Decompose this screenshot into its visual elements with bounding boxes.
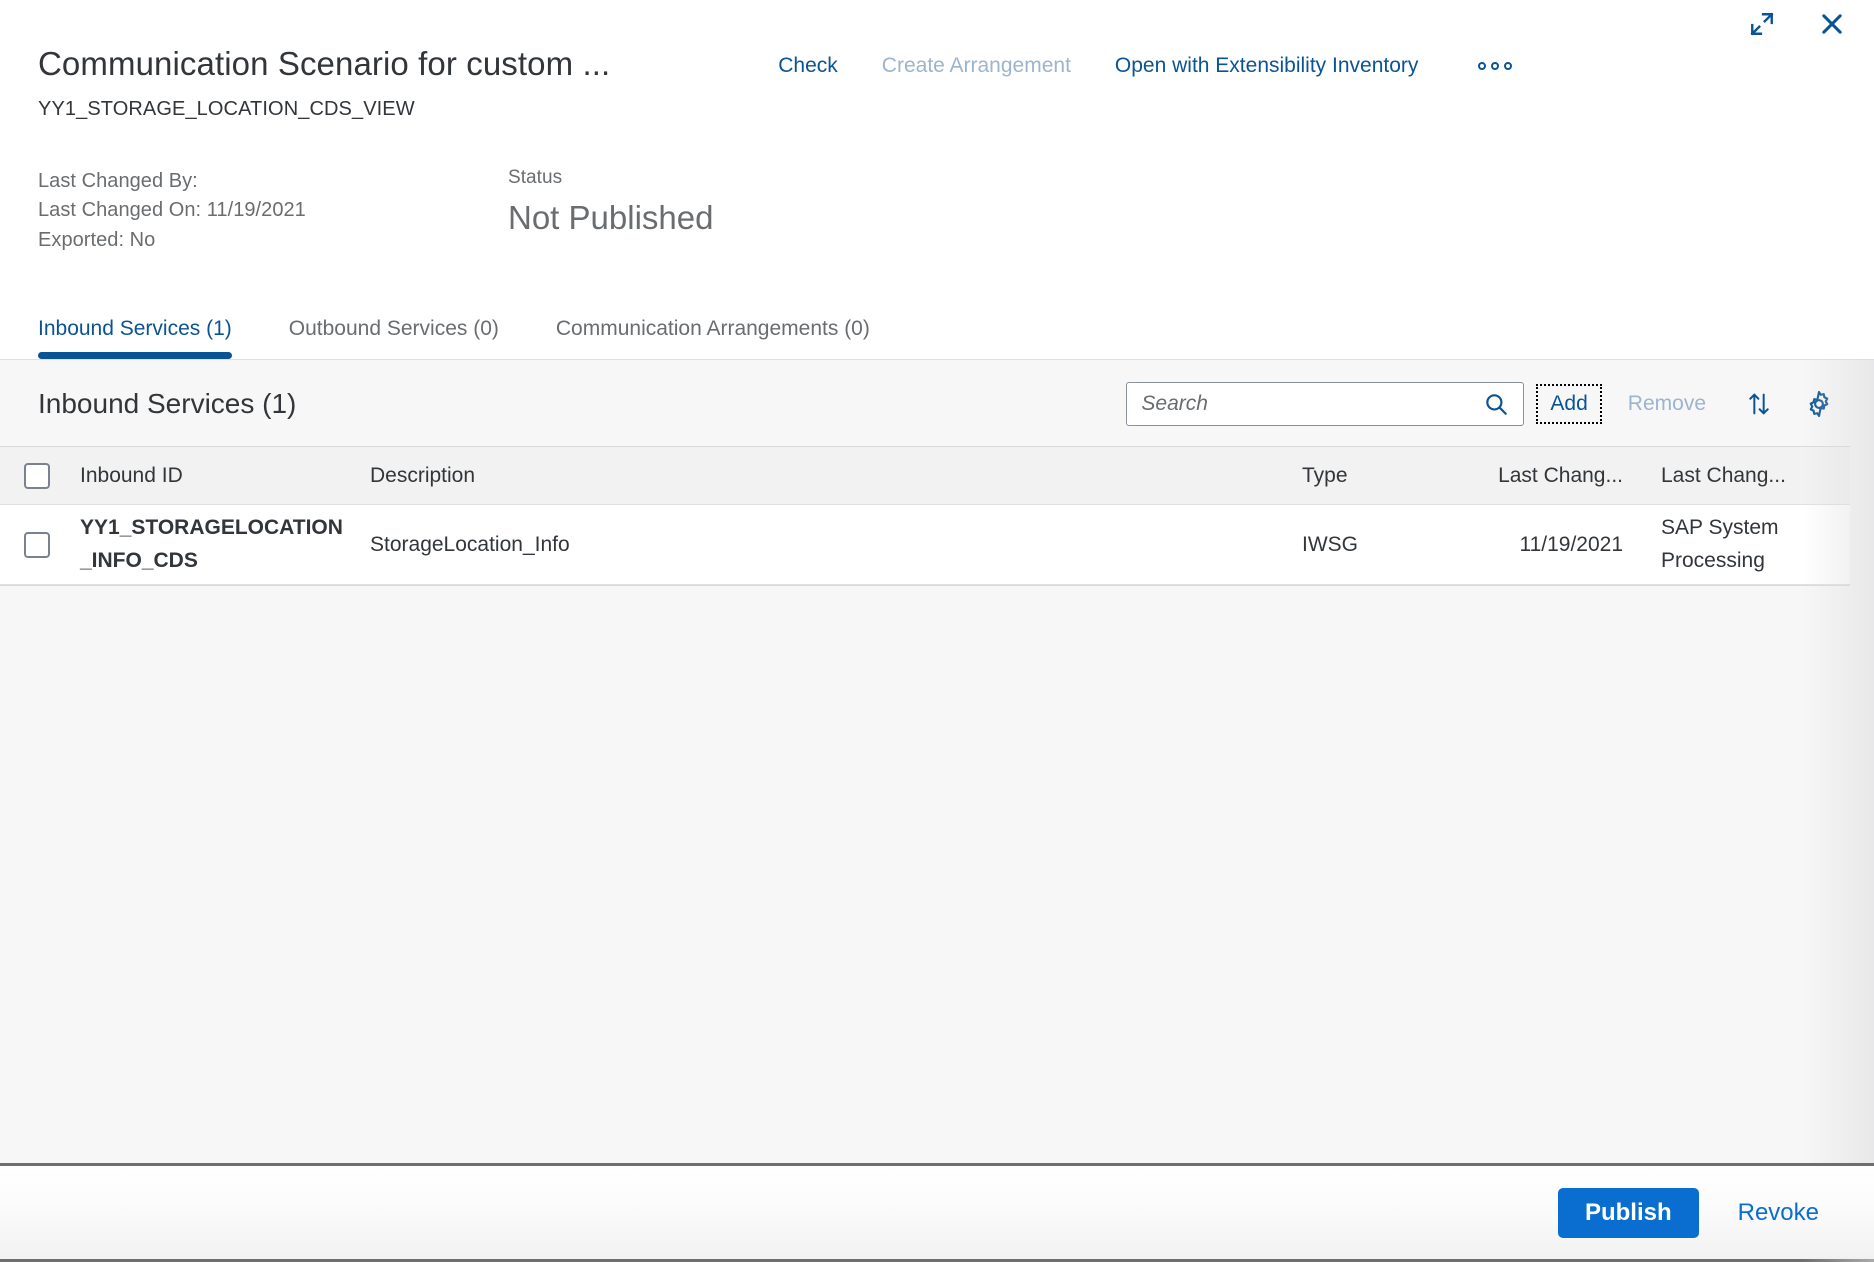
status-badge: Not Published bbox=[508, 198, 714, 236]
create-arrangement-button[interactable]: Create Arrangement bbox=[860, 50, 1093, 82]
table-title: Inbound Services (1) bbox=[38, 388, 297, 420]
select-all-checkbox[interactable] bbox=[24, 462, 50, 489]
last-changed-by: Last Changed By: bbox=[38, 169, 198, 192]
window-controls bbox=[1744, 6, 1850, 42]
publish-button[interactable]: Publish bbox=[1557, 1187, 1699, 1238]
tab-communication-arrangements[interactable]: Communication Arrangements (0) bbox=[556, 309, 870, 359]
communication-scenario-dialog: Communication Scenario for custom ... YY… bbox=[0, 0, 1874, 1262]
overflow-menu-icon[interactable] bbox=[1466, 52, 1524, 80]
overflow-dot bbox=[1491, 62, 1500, 70]
sort-icon[interactable] bbox=[1738, 383, 1780, 425]
cell-last-changed-on: 11/19/2021 bbox=[1519, 532, 1623, 556]
maximize-icon[interactable] bbox=[1744, 6, 1780, 42]
cell-last-changed-by: SAP System Processing bbox=[1661, 516, 1779, 572]
column-header-description[interactable]: Description bbox=[358, 464, 1290, 488]
column-header-type[interactable]: Type bbox=[1290, 464, 1460, 488]
last-changed-on: Last Changed On: 11/19/2021 bbox=[38, 199, 306, 222]
tab-outbound-services[interactable]: Outbound Services (0) bbox=[289, 309, 499, 359]
overflow-dot bbox=[1504, 62, 1513, 70]
revoke-button[interactable]: Revoke bbox=[1717, 1188, 1840, 1238]
dialog-header: Communication Scenario for custom ... YY… bbox=[0, 0, 1874, 360]
search-field[interactable] bbox=[1126, 382, 1525, 427]
cell-type: IWSG bbox=[1302, 532, 1358, 556]
overflow-dot bbox=[1478, 62, 1487, 70]
tab-inbound-services[interactable]: Inbound Services (1) bbox=[38, 309, 232, 360]
table-header-row: Inbound ID Description Type Last Chang..… bbox=[0, 447, 1850, 506]
metadata-status: Status Not Published bbox=[508, 167, 713, 256]
metadata-section: Last Changed By: Last Changed On: 11/19/… bbox=[0, 121, 1874, 256]
check-button[interactable]: Check bbox=[756, 50, 860, 82]
inbound-services-table: Inbound ID Description Type Last Chang..… bbox=[0, 446, 1850, 587]
tab-content-inbound-services: Inbound Services (1) Add Remove bbox=[0, 359, 1874, 1163]
select-all-cell bbox=[0, 462, 68, 489]
cell-inbound-id: YY1_STORAGELOCATION_INFO_CDS bbox=[80, 516, 343, 572]
remove-button[interactable]: Remove bbox=[1614, 386, 1720, 422]
dialog-footer: Publish Revoke bbox=[0, 1163, 1874, 1259]
page-title: Communication Scenario for custom ... bbox=[38, 45, 611, 82]
column-header-last-changed-on[interactable]: Last Chang... bbox=[1460, 464, 1635, 488]
column-header-inbound-id[interactable]: Inbound ID bbox=[68, 464, 358, 488]
exported: Exported: No bbox=[38, 228, 156, 251]
open-with-extensibility-inventory-button[interactable]: Open with Extensibility Inventory bbox=[1093, 50, 1440, 82]
add-button[interactable]: Add bbox=[1536, 384, 1602, 425]
row-checkbox[interactable] bbox=[24, 531, 50, 558]
cell-description: StorageLocation_Info bbox=[370, 532, 570, 556]
page-subtitle: YY1_STORAGE_LOCATION_CDS_VIEW bbox=[38, 97, 415, 120]
table-toolbar: Inbound Services (1) Add Remove bbox=[0, 360, 1874, 446]
close-icon[interactable] bbox=[1814, 6, 1850, 42]
search-input[interactable] bbox=[1141, 392, 1484, 417]
status-label: Status bbox=[508, 166, 563, 188]
search-icon[interactable] bbox=[1483, 391, 1509, 417]
row-select-cell bbox=[0, 531, 68, 558]
table-row[interactable]: YY1_STORAGELOCATION_INFO_CDS StorageLoca… bbox=[0, 505, 1850, 586]
table-empty-space bbox=[0, 586, 1874, 1163]
tab-bar: Inbound Services (1) Outbound Services (… bbox=[0, 309, 1874, 360]
metadata-left: Last Changed By: Last Changed On: 11/19/… bbox=[38, 167, 508, 256]
title-block: Communication Scenario for custom ... YY… bbox=[38, 44, 610, 121]
header-actions: Check Create Arrangement Open with Exten… bbox=[756, 50, 1524, 82]
gear-icon[interactable] bbox=[1798, 383, 1840, 425]
column-header-last-changed-by[interactable]: Last Chang... bbox=[1635, 464, 1850, 488]
title-row: Communication Scenario for custom ... YY… bbox=[0, 0, 1874, 121]
